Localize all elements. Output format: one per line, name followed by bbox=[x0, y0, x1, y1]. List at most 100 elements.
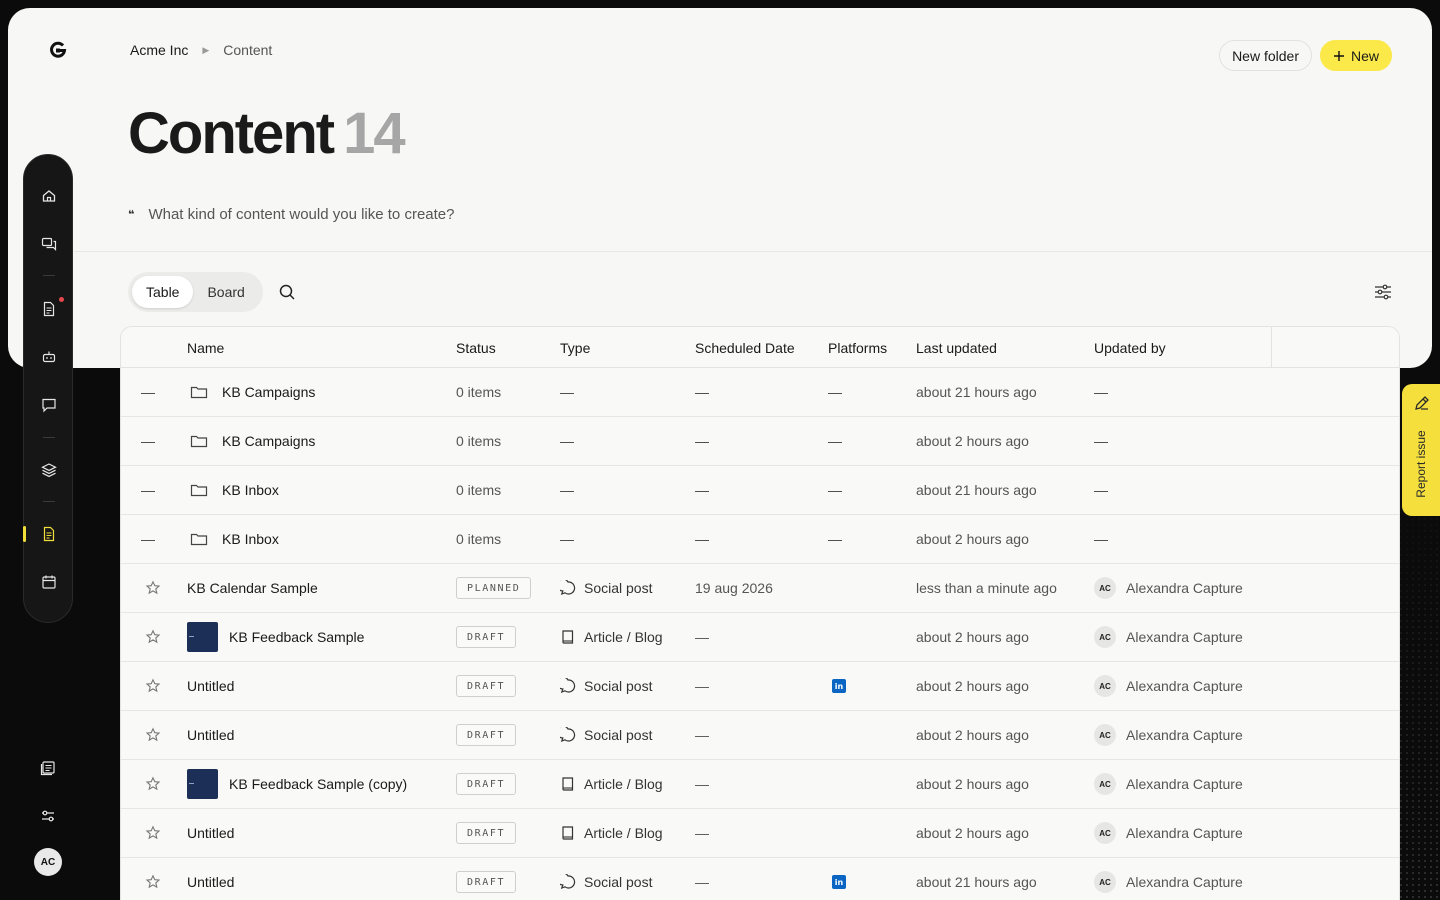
favorite-button[interactable] bbox=[145, 711, 161, 759]
folder-name[interactable]: KB Campaigns bbox=[190, 368, 315, 416]
star-icon[interactable] bbox=[145, 874, 161, 890]
table-row[interactable]: KB Feedback Sample (copy) DRAFT Article / … bbox=[121, 760, 1399, 809]
row-type: Social post bbox=[584, 874, 653, 890]
status-badge: DRAFT bbox=[456, 822, 517, 844]
create-prompt[interactable]: ❝ What kind of content would you like to… bbox=[128, 206, 454, 223]
column-divider bbox=[1271, 327, 1272, 368]
settings-button[interactable] bbox=[36, 804, 60, 828]
book-icon bbox=[562, 826, 574, 840]
row-scheduled-date: — bbox=[695, 727, 709, 743]
sidebar-item-calendar[interactable] bbox=[24, 567, 74, 597]
sidebar-item-documents[interactable] bbox=[24, 294, 74, 324]
updated-by-cell: AC Alexandra Capture bbox=[1094, 613, 1243, 661]
row-name: Untitled bbox=[187, 825, 235, 841]
row-scheduled-date: — bbox=[695, 874, 709, 890]
tab-table[interactable]: Table bbox=[132, 276, 194, 308]
updated-by-cell: AC Alexandra Capture bbox=[1094, 711, 1243, 759]
row-last-updated: about 21 hours ago bbox=[916, 482, 1037, 498]
folder-item-count: 0 items bbox=[456, 531, 502, 547]
sidebar-item-content[interactable] bbox=[24, 519, 74, 549]
content-name[interactable]: KB Feedback Sample (copy) bbox=[187, 760, 407, 808]
library-button[interactable] bbox=[36, 756, 60, 780]
folder-name[interactable]: KB Inbox bbox=[190, 466, 279, 514]
table-row[interactable]: — KB Campaigns 0 items — — — about 21 hours ag… bbox=[121, 368, 1399, 417]
star-icon[interactable] bbox=[145, 580, 161, 596]
status-badge: DRAFT bbox=[456, 773, 517, 795]
column-header-status[interactable]: Status bbox=[456, 327, 496, 368]
star-icon[interactable] bbox=[145, 776, 161, 792]
favorite-button[interactable] bbox=[145, 564, 161, 612]
report-issue-button[interactable]: Report issue bbox=[1402, 384, 1440, 516]
row-type: — bbox=[560, 384, 574, 400]
status-cell: DRAFT bbox=[456, 809, 517, 857]
content-name[interactable]: Untitled bbox=[187, 809, 234, 857]
filter-sliders-icon[interactable] bbox=[1372, 281, 1394, 303]
page-count: 14 bbox=[343, 101, 405, 166]
content-name[interactable]: Untitled bbox=[187, 858, 234, 900]
column-header-last-updated[interactable]: Last updated bbox=[916, 327, 997, 368]
sidebar-item-layers[interactable] bbox=[24, 455, 74, 485]
app-logo-icon[interactable] bbox=[48, 40, 68, 60]
content-name[interactable]: Untitled bbox=[187, 711, 234, 759]
sidebar-item-chat[interactable] bbox=[24, 390, 74, 420]
folder-icon bbox=[190, 435, 208, 448]
favorite-button[interactable] bbox=[145, 760, 161, 808]
star-icon[interactable] bbox=[145, 629, 161, 645]
star-icon[interactable] bbox=[145, 678, 161, 694]
search-icon[interactable] bbox=[276, 281, 298, 303]
table-row[interactable]: Untitled DRAFT Article / Blog — about 2 hour… bbox=[121, 809, 1399, 858]
type-cell: Social post bbox=[560, 858, 652, 900]
column-header-platforms[interactable]: Platforms bbox=[828, 327, 887, 368]
sidebar-divider bbox=[43, 501, 55, 502]
table-row[interactable]: — KB Inbox 0 items — — — about 21 hours ago — bbox=[121, 466, 1399, 515]
content-name[interactable]: KB Calendar Sample bbox=[187, 564, 318, 612]
sidebar-item-home[interactable] bbox=[24, 181, 74, 211]
row-updated-by: Alexandra Capture bbox=[1126, 678, 1243, 694]
favorite-button[interactable] bbox=[145, 858, 161, 900]
linkedin-icon: in bbox=[832, 875, 846, 889]
row-last-updated: about 2 hours ago bbox=[916, 531, 1029, 547]
content-name[interactable]: Untitled bbox=[187, 662, 234, 710]
row-platforms: — bbox=[828, 384, 842, 400]
row-collapse-dash[interactable]: — bbox=[141, 466, 155, 514]
column-header-name[interactable]: Name bbox=[187, 327, 224, 368]
row-collapse-dash[interactable]: — bbox=[141, 515, 155, 563]
sidebar-item-messages[interactable] bbox=[24, 229, 74, 259]
sidebar-divider bbox=[43, 437, 55, 438]
column-header-type[interactable]: Type bbox=[560, 327, 590, 368]
status-cell: DRAFT bbox=[456, 662, 517, 710]
tab-board[interactable]: Board bbox=[193, 276, 258, 308]
sidebar-item-agents[interactable] bbox=[24, 342, 74, 372]
star-icon[interactable] bbox=[145, 727, 161, 743]
column-header-updated-by[interactable]: Updated by bbox=[1094, 327, 1166, 368]
row-updated-by: Alexandra Capture bbox=[1126, 580, 1243, 596]
row-collapse-dash[interactable]: — bbox=[141, 417, 155, 465]
table-row[interactable]: — KB Inbox 0 items — — — about 2 hours ago — bbox=[121, 515, 1399, 564]
pencil-icon bbox=[1415, 396, 1429, 410]
table-row[interactable]: Untitled DRAFT Social post — about 2 hours a… bbox=[121, 711, 1399, 760]
table-row[interactable]: Untitled DRAFT Social post — in about 21 hour… bbox=[121, 858, 1399, 900]
row-type: Social post bbox=[584, 727, 653, 743]
row-collapse-dash[interactable]: — bbox=[141, 368, 155, 416]
folder-name[interactable]: KB Inbox bbox=[190, 515, 279, 563]
table-row[interactable]: Untitled DRAFT Social post — in about 2 hours… bbox=[121, 662, 1399, 711]
new-folder-button[interactable]: New folder bbox=[1219, 40, 1312, 71]
favorite-button[interactable] bbox=[145, 809, 161, 857]
breadcrumb-org[interactable]: Acme Inc bbox=[130, 42, 188, 58]
new-button[interactable]: New bbox=[1319, 40, 1392, 71]
folder-name[interactable]: KB Campaigns bbox=[190, 417, 315, 465]
column-header-scheduled-date[interactable]: Scheduled Date bbox=[695, 327, 795, 368]
star-icon[interactable] bbox=[145, 825, 161, 841]
content-name[interactable]: KB Feedback Sample bbox=[187, 613, 364, 661]
user-avatar-small: AC bbox=[1094, 675, 1116, 697]
favorite-button[interactable] bbox=[145, 662, 161, 710]
table-row[interactable]: — KB Campaigns 0 items — — — about 2 hours ago… bbox=[121, 417, 1399, 466]
table-header: Name Status Type Scheduled Date Platform… bbox=[121, 327, 1399, 368]
user-avatar[interactable]: AC bbox=[34, 848, 62, 876]
table-row[interactable]: KB Feedback Sample DRAFT Article / Blog — ab… bbox=[121, 613, 1399, 662]
row-updated-by: — bbox=[1094, 384, 1108, 400]
favorite-button[interactable] bbox=[145, 613, 161, 661]
content-icon bbox=[43, 526, 55, 542]
table-row[interactable]: KB Calendar Sample PLANNED Social post 19 a… bbox=[121, 564, 1399, 613]
chat-bubble-icon bbox=[560, 580, 576, 596]
